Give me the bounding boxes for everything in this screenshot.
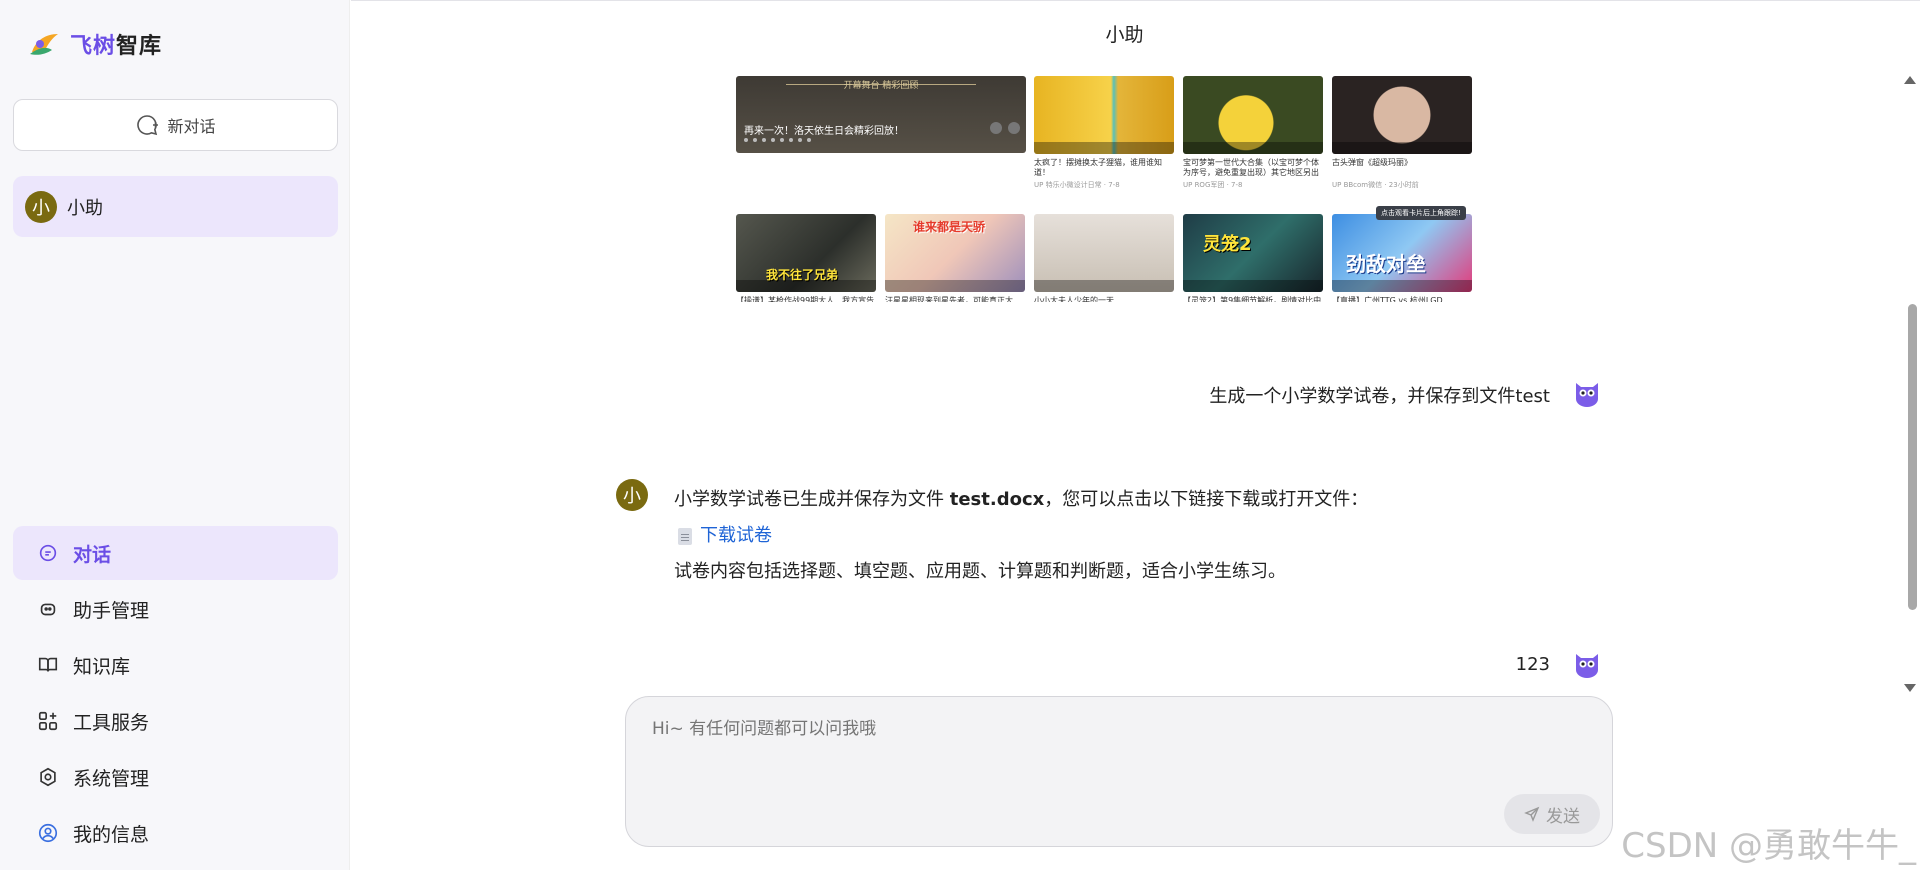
nav-label: 助手管理 <box>73 599 150 622</box>
brand-name: 飞树智库 <box>70 34 163 59</box>
chat-bubble-icon <box>39 544 57 562</box>
banner-header: 开幕舞台 精彩回顾 <box>843 81 919 91</box>
brand-logo[interactable]: 飞树智库 <box>28 28 162 60</box>
file-name: test.docx <box>949 489 1045 510</box>
video-thumbnail: 我不往了兄弟 <box>736 214 876 292</box>
video-thumbnail: 劲敌对垒 <box>1332 214 1472 292</box>
bot-message: 小学数学试卷已生成并保存为文件 test.docx，您可以点击以下链接下载或打开… <box>674 482 1574 590</box>
new-chat-icon <box>137 115 159 136</box>
robot-icon <box>40 603 56 616</box>
download-row: 下载试卷 <box>678 518 1574 554</box>
nav-item-system-management[interactable]: 系统管理 <box>13 750 338 804</box>
grid-plus-icon <box>38 711 58 731</box>
gear-icon <box>40 767 56 787</box>
send-icon <box>1524 806 1540 822</box>
user-avatar-owl-icon <box>1576 383 1598 407</box>
carousel-dots <box>744 138 811 142</box>
video-banner: 开幕舞台 精彩回顾 再来一次！洛天依生日会精彩回放！ <box>736 76 1026 153</box>
nav-item-tool-services[interactable]: 工具服务 <box>13 694 338 748</box>
embedded-screenshot: 开幕舞台 精彩回顾 再来一次！洛天依生日会精彩回放！ 太疯了！摆摊换太子狸猫，谁… <box>736 76 1474 302</box>
video-thumbnail: 灵笼2 <box>1183 214 1323 292</box>
new-chat-label: 新对话 <box>167 117 216 136</box>
nav-label: 知识库 <box>73 655 131 678</box>
video-title: 宝可梦第一世代大合集（以宝可梦个体为序号，避免重复出现）其它地区另出合集哦~ <box>1183 158 1319 177</box>
conversation-item[interactable]: 小 小助 <box>13 176 338 237</box>
message-composer: 发送 <box>625 696 1613 847</box>
video-title: 【灵笼2】第9集细节解析，剧情对比中心 <box>1183 296 1322 302</box>
user-icon <box>38 823 58 843</box>
tooltip: 点击观看卡片后上角跟踪! <box>1376 206 1466 220</box>
video-title: 太疯了！摆摊换太子狸猫，谁用谁知道！ <box>1034 158 1162 177</box>
new-chat-button[interactable]: 新对话 <box>13 99 338 151</box>
video-thumbnail <box>1332 76 1472 154</box>
conversation-label: 小助 <box>67 197 103 219</box>
scroll-up-arrow-icon[interactable] <box>1904 76 1916 84</box>
watermark: CSDN @勇敢牛牛_ <box>1621 826 1916 866</box>
video-title: 【操谱】某枪作战99期大人…我方宣告到了 <box>736 296 875 302</box>
send-label: 发送 <box>1546 806 1580 827</box>
video-thumbnail <box>1034 76 1174 154</box>
chat-panel: 小助 开幕舞台 精彩回顾 再来一次！洛天依生日会精彩回放！ 太疯了！摆摊换太子狸… <box>351 0 1920 870</box>
scrollbar[interactable] <box>1904 76 1920 692</box>
send-button[interactable]: 发送 <box>1504 794 1600 834</box>
video-meta: UP 特乐小微设计日常 · 7-8 <box>1034 181 1120 189</box>
bot-line: 试卷内容包括选择题、填空题、应用题、计算题和判断题，适合小学生练习。 <box>674 561 1286 582</box>
video-meta: UP BBcom微信 · 23小时前 <box>1332 181 1419 189</box>
chat-title: 小助 <box>1105 24 1144 46</box>
video-thumbnail <box>1034 214 1174 292</box>
app-root: 飞树智库 新对话 小 小助 对话 助手管理 知识库 工具服务 系统管理 我的信息… <box>0 0 1920 870</box>
banner-caption: 再来一次！洛天依生日会精彩回放！ <box>744 126 904 137</box>
user-avatar-owl-icon <box>1576 654 1598 678</box>
document-icon <box>678 527 692 545</box>
download-link[interactable]: 下载试卷 <box>700 518 772 554</box>
video-meta: UP ROG军团 · 7-8 <box>1183 181 1243 189</box>
book-icon <box>38 657 58 672</box>
scroll-thumb[interactable] <box>1908 304 1917 610</box>
message-input[interactable] <box>652 719 1552 739</box>
user-message: 123 <box>1515 654 1550 675</box>
nav-item-knowledge-base[interactable]: 知识库 <box>13 638 338 692</box>
video-title: 汪星星相现来到星先者，可能真正大喵？！ <box>885 296 1013 302</box>
user-message: 生成一个小学数学试卷，并保存到文件test <box>1209 386 1550 407</box>
video-thumbnail <box>1183 76 1323 154</box>
divider <box>351 0 1920 1</box>
video-thumbnail: 谁来都是天骄 <box>885 214 1025 292</box>
main-nav: 对话 助手管理 知识库 工具服务 系统管理 我的信息 <box>13 526 338 862</box>
video-title: 【直播】广州TTG vs 杭州LGD <box>1332 296 1443 302</box>
video-title: 小小大夫人少年的一天 <box>1034 296 1114 302</box>
carousel-arrows <box>990 122 1020 134</box>
scroll-down-arrow-icon[interactable] <box>1904 684 1916 692</box>
bot-avatar: 小 <box>616 479 648 511</box>
video-title: 古头弹窗《超级玛丽》 <box>1332 158 1412 167</box>
nav-item-my-info[interactable]: 我的信息 <box>13 806 338 860</box>
bot-line: 小学数学试卷已生成并保存为文件 test.docx，您可以点击以下链接下载或打开… <box>674 489 1369 510</box>
nav-item-chat[interactable]: 对话 <box>13 526 338 580</box>
nav-label: 工具服务 <box>73 711 150 734</box>
nav-label: 对话 <box>73 543 112 566</box>
logo-icon <box>30 34 58 55</box>
nav-item-assistant-management[interactable]: 助手管理 <box>13 582 338 636</box>
sidebar: 飞树智库 新对话 小 小助 对话 助手管理 知识库 工具服务 系统管理 我的信息 <box>0 0 350 870</box>
nav-label: 我的信息 <box>73 823 150 846</box>
avatar: 小 <box>25 190 57 223</box>
nav-label: 系统管理 <box>73 767 150 790</box>
